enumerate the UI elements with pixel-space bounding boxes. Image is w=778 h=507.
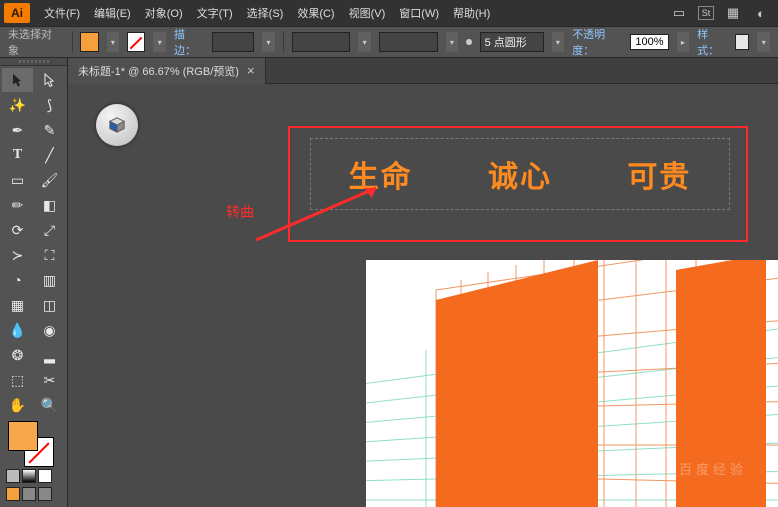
canvas-text-2: 诚心 xyxy=(488,152,552,196)
draw-normal-icon[interactable] xyxy=(6,487,20,501)
draw-behind-icon[interactable] xyxy=(22,487,36,501)
direct-select-tool[interactable] xyxy=(34,68,65,92)
line-tool[interactable]: ╱ xyxy=(34,143,65,167)
brush-preview[interactable] xyxy=(292,32,351,52)
rectangle-tool[interactable]: ▭ xyxy=(2,168,33,192)
watermark: 百度经验 xyxy=(658,453,768,483)
stroke-weight-dropdown[interactable]: ▾ xyxy=(262,32,275,52)
blend-tool[interactable]: ◉ xyxy=(34,318,65,342)
graph-tool[interactable]: ▂ xyxy=(34,343,65,367)
document-tab[interactable]: 未标题-1* @ 66.67% (RGB/预览) × xyxy=(68,58,266,84)
style-dropdown[interactable]: ▾ xyxy=(757,32,770,52)
menu-window[interactable]: 窗口(W) xyxy=(393,2,445,24)
canvas-text-3: 可贵 xyxy=(627,152,691,196)
shape-builder-tool[interactable]: ◔ xyxy=(2,268,33,292)
bullet-icon xyxy=(466,39,471,45)
document-tab-title: 未标题-1* @ 66.67% (RGB/预览) xyxy=(78,63,239,79)
arrange-docs-icon[interactable]: ▦ xyxy=(724,4,742,22)
pen-tool[interactable]: ✒ xyxy=(2,118,33,142)
window-layout-icon[interactable]: ▭ xyxy=(670,4,688,22)
menu-edit[interactable]: 编辑(E) xyxy=(88,2,137,24)
slice-tool[interactable]: ✂ xyxy=(34,368,65,392)
fill-dropdown[interactable]: ▾ xyxy=(107,32,120,52)
canvas-area[interactable]: 生命 诚心 可贵 转曲 xyxy=(68,84,778,507)
options-bar: 未选择对象 ▾ ▾ 描边： ▾ ▾ ▾ 5 点圆形 ▾ 不透明度： 100% ▸… xyxy=(0,26,778,58)
fill-stroke-swatches[interactable] xyxy=(0,419,67,467)
selection-tool[interactable] xyxy=(2,68,33,92)
brushdef-dropdown[interactable]: ▾ xyxy=(552,32,565,52)
close-tab-icon[interactable]: × xyxy=(247,63,255,78)
app-logo: Ai xyxy=(4,3,30,23)
paintbrush-tool[interactable]: 🖌 xyxy=(34,168,65,192)
artboard-tool[interactable]: ⬚ xyxy=(2,368,33,392)
pencil-tool[interactable]: ✏ xyxy=(2,193,33,217)
opacity-field[interactable]: 100% xyxy=(630,34,669,50)
free-transform-tool[interactable]: ⛶ xyxy=(34,243,65,267)
perspective-widget[interactable] xyxy=(96,104,138,146)
stroke-dropdown[interactable]: ▾ xyxy=(153,32,166,52)
no-selection-label: 未选择对象 xyxy=(8,26,64,58)
gpu-icon[interactable]: ◐ xyxy=(752,4,770,22)
annotation-label: 转曲 xyxy=(226,202,254,222)
bridge-icon[interactable]: St xyxy=(698,6,714,20)
curvature-tool[interactable]: ✎ xyxy=(34,118,65,142)
stroke-label: 描边： xyxy=(174,26,204,58)
menu-select[interactable]: 选择(S) xyxy=(241,2,290,24)
gradient-tool[interactable]: ◫ xyxy=(34,293,65,317)
magic-wand-tool[interactable]: ✨ xyxy=(2,93,33,117)
mesh-tool[interactable]: ▦ xyxy=(2,293,33,317)
menu-type[interactable]: 文字(T) xyxy=(191,2,239,24)
rotate-tool[interactable]: ⟳ xyxy=(2,218,33,242)
toolbox-grip[interactable] xyxy=(0,58,67,66)
eraser-tool[interactable]: ◧ xyxy=(34,193,65,217)
vprofile-preview[interactable] xyxy=(379,32,438,52)
menu-file[interactable]: 文件(F) xyxy=(38,2,86,24)
scale-tool[interactable]: ⤢ xyxy=(34,218,65,242)
toolbox: ✨ ⟆ ✒ ✎ T ╱ ▭ 🖌 ✏ ◧ ⟳ ⤢ ≻ ⛶ ◔ ▥ ▦ ◫ 💧 ◉ … xyxy=(0,58,68,507)
type-tool[interactable]: T xyxy=(2,143,33,167)
lasso-tool[interactable]: ⟆ xyxy=(34,93,65,117)
menu-view[interactable]: 视图(V) xyxy=(343,2,392,24)
vprofile-dropdown[interactable]: ▾ xyxy=(446,32,459,52)
brush-definition-field[interactable]: 5 点圆形 xyxy=(480,32,544,52)
fill-swatch[interactable] xyxy=(80,32,98,52)
symbol-spray-tool[interactable]: ❂ xyxy=(2,343,33,367)
stroke-weight-field[interactable] xyxy=(212,32,254,52)
toolbox-fill[interactable] xyxy=(8,421,38,451)
opacity-dropdown[interactable]: ▸ xyxy=(677,32,690,52)
menu-object[interactable]: 对象(O) xyxy=(139,2,189,24)
brush-dropdown[interactable]: ▾ xyxy=(358,32,371,52)
style-swatch[interactable] xyxy=(735,34,750,50)
gradient-mode-icon[interactable] xyxy=(22,469,36,483)
hand-tool[interactable]: ✋ xyxy=(2,393,33,417)
menu-help[interactable]: 帮助(H) xyxy=(447,2,496,24)
menu-effect[interactable]: 效果(C) xyxy=(291,2,340,24)
zoom-tool[interactable]: 🔍 xyxy=(34,393,65,417)
draw-inside-icon[interactable] xyxy=(38,487,52,501)
text-frame[interactable]: 生命 诚心 可贵 xyxy=(310,138,730,210)
stroke-swatch[interactable] xyxy=(127,32,145,52)
perspective-grid-tool[interactable]: ▥ xyxy=(34,268,65,292)
color-mode-icon[interactable] xyxy=(6,469,20,483)
none-mode-icon[interactable] xyxy=(38,469,52,483)
style-label: 样式： xyxy=(697,26,727,58)
canvas-text-1: 生命 xyxy=(349,152,413,196)
opacity-label: 不透明度： xyxy=(572,26,622,58)
eyedropper-tool[interactable]: 💧 xyxy=(2,318,33,342)
width-tool[interactable]: ≻ xyxy=(2,243,33,267)
